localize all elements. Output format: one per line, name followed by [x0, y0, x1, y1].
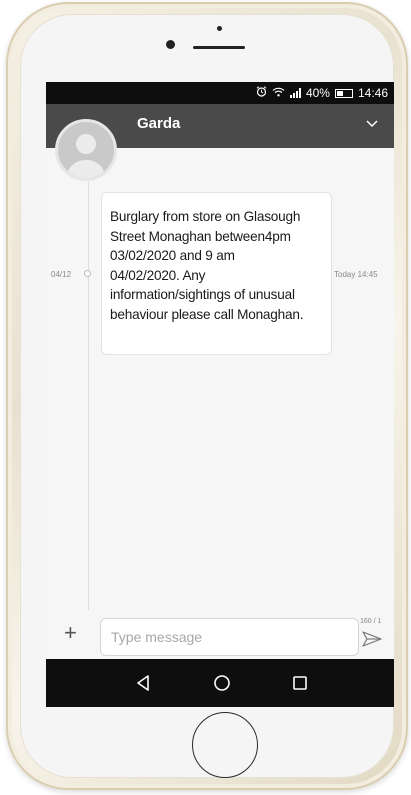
battery-percent: 40%: [305, 86, 330, 100]
timeline-dot: [84, 270, 91, 277]
recents-icon[interactable]: [288, 671, 312, 695]
contact-avatar[interactable]: [55, 119, 117, 181]
battery-icon: [334, 88, 353, 98]
back-icon[interactable]: [131, 671, 155, 695]
person-icon: [66, 134, 106, 178]
signal-icon: [289, 88, 301, 98]
chevron-down-icon[interactable]: [366, 117, 378, 129]
message-date: 04/12: [51, 270, 72, 279]
proximity-sensor: [217, 26, 222, 31]
message-time: Today 14:45: [334, 270, 378, 279]
front-camera: [166, 40, 175, 49]
home-icon[interactable]: [210, 671, 234, 695]
phone-screen: 40% 14:46 Garda 04/12 Today 14:45 Burgla…: [46, 82, 394, 707]
status-bar: 40% 14:46: [46, 82, 394, 104]
message-bubble[interactable]: Burglary from store on Glasough Street M…: [101, 192, 332, 355]
character-counter: 160 / 1: [360, 618, 382, 625]
wifi-icon: [272, 86, 285, 100]
alarm-icon: [256, 86, 267, 100]
send-icon[interactable]: [362, 631, 382, 647]
add-attachment-icon[interactable]: +: [64, 622, 77, 644]
message-text: Burglary from store on Glasough Street M…: [110, 209, 304, 322]
home-button[interactable]: [192, 712, 258, 778]
timeline-line: [88, 182, 89, 612]
message-input[interactable]: [100, 618, 359, 656]
message-composer: + 160 / 1: [46, 610, 394, 660]
status-time: 14:46: [357, 86, 388, 100]
navigation-bar: [46, 659, 394, 707]
contact-name: Garda: [137, 115, 181, 132]
earpiece-speaker: [193, 46, 245, 49]
